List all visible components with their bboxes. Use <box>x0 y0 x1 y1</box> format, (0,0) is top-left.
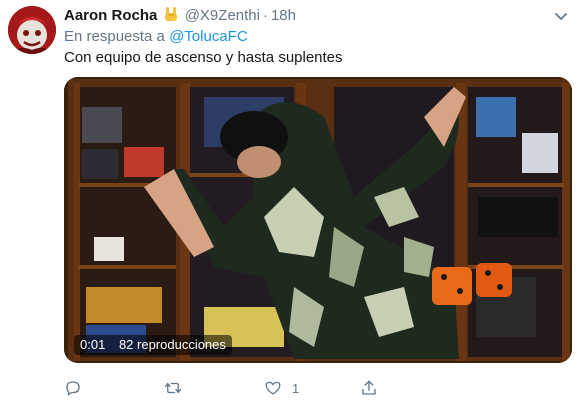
tweet-text: Con equipo de ascenso y hasta suplentes <box>64 49 343 66</box>
video-frame <box>64 77 572 363</box>
video-player[interactable]: 0:01 82 reproducciones <box>64 77 572 363</box>
tweet[interactable]: Aaron Rocha @X9Zenthi · 18h En respuesta a… <box>0 0 581 405</box>
share-icon <box>362 380 376 395</box>
reply-prefix: En respuesta a <box>64 28 165 45</box>
reply-icon <box>66 381 80 396</box>
video-time: 0:01 <box>80 337 106 352</box>
author-handle[interactable]: @X9Zenthi <box>185 7 260 24</box>
reply-button[interactable] <box>64 376 82 400</box>
like-button[interactable]: 1 <box>264 376 299 400</box>
reply-context: En respuesta a @TolucaFC <box>64 27 248 47</box>
like-count: 1 <box>292 380 300 396</box>
tweet-actions: 1 <box>64 376 572 400</box>
timestamp[interactable]: 18h <box>271 7 296 24</box>
share-button[interactable] <box>360 376 378 400</box>
author-display-name[interactable]: Aaron Rocha <box>64 7 157 24</box>
video-views: 82 reproducciones <box>118 337 226 352</box>
reply-mention-link[interactable]: @TolucaFC <box>169 28 248 45</box>
rock-hand-emoji-icon <box>164 6 178 22</box>
tweet-header: Aaron Rocha @X9Zenthi · 18h <box>64 6 296 26</box>
avatar[interactable] <box>8 6 56 54</box>
retweet-icon <box>164 382 182 394</box>
video-info-overlay: 0:01 82 reproducciones <box>74 335 232 355</box>
separator-dot: · <box>262 7 268 24</box>
chevron-down-icon[interactable] <box>553 8 569 24</box>
heart-icon <box>265 381 281 395</box>
retweet-button[interactable] <box>164 376 182 400</box>
